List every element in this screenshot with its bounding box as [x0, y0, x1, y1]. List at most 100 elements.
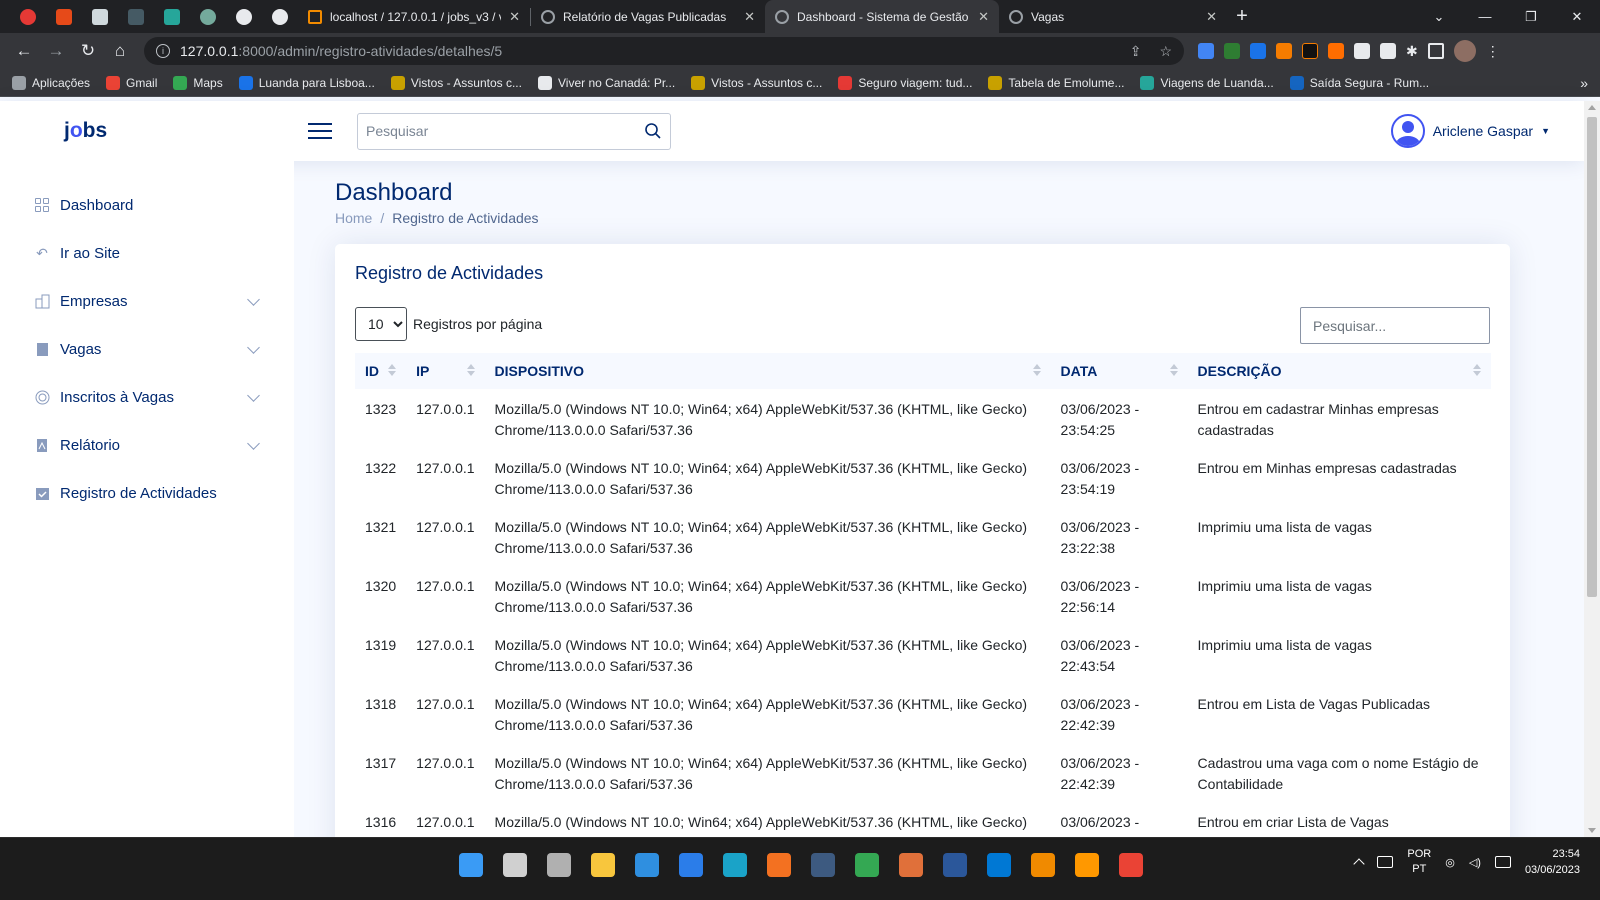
- bookmark-star-icon[interactable]: ☆: [1159, 43, 1172, 60]
- pinned-tab-cisco[interactable]: [118, 0, 154, 33]
- breadcrumb-home-link[interactable]: Home: [335, 210, 372, 226]
- chevron-up-icon[interactable]: [1353, 858, 1366, 870]
- soundcloud-icon[interactable]: [1328, 43, 1344, 59]
- info-icon[interactable]: i: [156, 44, 170, 58]
- home-icon[interactable]: ⌂: [104, 35, 136, 67]
- screenshot-icon[interactable]: [1224, 43, 1240, 59]
- new-tab-button[interactable]: +: [1227, 5, 1257, 28]
- bookmark-item[interactable]: Aplicações: [12, 75, 90, 90]
- bookmark-item[interactable]: Gmail: [106, 75, 157, 90]
- bookmarks-more-icon[interactable]: »: [1580, 75, 1588, 91]
- pinned-tab-github-1[interactable]: [226, 0, 262, 33]
- app-icon[interactable]: [806, 848, 840, 882]
- pinned-tab-mail[interactable]: [46, 0, 82, 33]
- profile-avatar[interactable]: [1453, 40, 1476, 62]
- column-header-ip[interactable]: IP: [406, 353, 485, 389]
- page-scrollbar[interactable]: [1584, 101, 1600, 837]
- close-icon[interactable]: ✕: [744, 9, 755, 25]
- pinned-tab-chatgpt[interactable]: [190, 0, 226, 33]
- minimize-icon[interactable]: —: [1462, 9, 1508, 25]
- extension-icon[interactable]: [1380, 43, 1396, 59]
- side-panel-icon[interactable]: [1427, 43, 1444, 59]
- search-icon[interactable]: [498, 848, 532, 882]
- bookmark-item[interactable]: Saída Segura - Rum...: [1289, 75, 1429, 90]
- word-icon[interactable]: [938, 848, 972, 882]
- search-icon[interactable]: [644, 122, 662, 140]
- clock[interactable]: 23:54 03/06/2023: [1525, 846, 1580, 878]
- store-icon[interactable]: [630, 848, 664, 882]
- table-search-input[interactable]: [1300, 307, 1490, 344]
- media-icon[interactable]: [894, 848, 928, 882]
- restore-icon[interactable]: ❐: [1508, 9, 1554, 25]
- sublime-icon[interactable]: [1070, 848, 1104, 882]
- translate-icon[interactable]: [1198, 43, 1214, 59]
- sidebar-toggle-icon[interactable]: [308, 123, 332, 139]
- close-icon[interactable]: ✕: [1206, 9, 1217, 25]
- pinned-tab-github-2[interactable]: [262, 0, 298, 33]
- keyboard-icon[interactable]: [1377, 856, 1394, 868]
- edge-icon[interactable]: [718, 848, 752, 882]
- close-icon[interactable]: ✕: [509, 9, 520, 25]
- bookmark-item[interactable]: Vistos - Assuntos c...: [691, 75, 822, 90]
- app-logo[interactable]: jobs: [64, 119, 124, 143]
- browser-tab-relatorio[interactable]: Relatório de Vagas Publicadas ✕: [531, 0, 765, 33]
- table-row: 1316 127.0.0.1 Mozilla/5.0 (Windows NT 10.…: [355, 802, 1491, 837]
- bookmark-item[interactable]: Viagens de Luanda...: [1140, 75, 1274, 90]
- sidebar-item-dashboard[interactable]: Dashboard: [0, 181, 294, 229]
- bookmark-item[interactable]: Maps: [173, 75, 223, 90]
- task-view-icon[interactable]: [542, 848, 576, 882]
- extension-icon[interactable]: [1302, 43, 1318, 59]
- new-extension-icon[interactable]: [1250, 43, 1266, 59]
- battery-icon[interactable]: [1494, 856, 1511, 868]
- volume-icon[interactable]: ◁): [1469, 856, 1481, 869]
- puzzle-icon[interactable]: ✱: [1406, 43, 1418, 60]
- per-page-select[interactable]: 10: [355, 307, 407, 341]
- sidebar-item-relatorio[interactable]: Relátorio: [0, 421, 294, 469]
- column-header-dispositivo[interactable]: DISPOSITIVO: [484, 353, 1051, 389]
- bookmark-item[interactable]: Vistos - Assuntos c...: [390, 75, 522, 90]
- menu-icon[interactable]: ⋮: [1486, 43, 1500, 60]
- chrome-profile-icon[interactable]: [1114, 848, 1148, 882]
- mail-icon[interactable]: [674, 848, 708, 882]
- browser-tab-vagas[interactable]: Vagas ✕: [999, 0, 1227, 33]
- forward-icon[interactable]: →: [40, 35, 72, 67]
- bookmark-item[interactable]: Viver no Canadá: Pr...: [537, 75, 675, 90]
- language-indicator[interactable]: POR PT: [1407, 847, 1431, 877]
- bookmark-item[interactable]: Luanda para Lisboa...: [238, 75, 375, 90]
- download-icon[interactable]: [1276, 43, 1292, 59]
- target-icon: [34, 389, 50, 405]
- cell-date: 03/06/2023 - 22:43:54: [1060, 637, 1140, 674]
- pinned-tab-app[interactable]: [82, 0, 118, 33]
- search-input[interactable]: [366, 123, 644, 139]
- user-menu[interactable]: Ariclene Gaspar ▼: [1390, 114, 1550, 148]
- vlc-icon[interactable]: [1026, 848, 1060, 882]
- pinned-tab-opera[interactable]: [10, 0, 46, 33]
- bookmark-item[interactable]: Tabela de Emolume...: [988, 75, 1124, 90]
- tab-search-icon[interactable]: ⌄: [1416, 9, 1462, 25]
- sidebar-item-empresas[interactable]: Empresas: [0, 277, 294, 325]
- chrome-icon[interactable]: [850, 848, 884, 882]
- sidebar-item-registro-actividades[interactable]: Registro de Actividades: [0, 469, 294, 517]
- sidebar-item-vagas[interactable]: Vagas: [0, 325, 294, 373]
- browser-tab-dashboard[interactable]: Dashboard - Sistema de Gestão c ✕: [765, 0, 999, 33]
- network-icon[interactable]: ◎: [1445, 856, 1455, 869]
- sidebar-item-ir-ao-site[interactable]: ↶ Ir ao Site: [0, 229, 294, 277]
- pinned-tab-m[interactable]: [154, 0, 190, 33]
- file-explorer-icon[interactable]: [586, 848, 620, 882]
- start-icon[interactable]: [454, 848, 488, 882]
- reload-icon[interactable]: ↻: [72, 35, 104, 67]
- close-window-icon[interactable]: ✕: [1554, 9, 1600, 25]
- bookmark-item[interactable]: Seguro viagem: tud...: [838, 75, 972, 90]
- share-icon[interactable]: ⇪: [1130, 43, 1142, 60]
- column-header-data[interactable]: DATA: [1050, 353, 1188, 389]
- vscode-icon[interactable]: [982, 848, 1016, 882]
- column-header-id[interactable]: ID: [355, 353, 407, 389]
- xampp-icon[interactable]: [762, 848, 796, 882]
- back-icon[interactable]: ←: [8, 35, 40, 67]
- browser-tab-phpmyadmin[interactable]: localhost / 127.0.0.1 / jobs_v3 / v ✕: [298, 0, 530, 33]
- address-bar[interactable]: i 127.0.0.1:8000/admin/registro-atividad…: [144, 37, 1184, 65]
- column-header-descricao[interactable]: DESCRIÇÃO: [1187, 353, 1491, 389]
- extension-icon[interactable]: [1354, 43, 1370, 59]
- sidebar-item-inscritos[interactable]: Inscritos à Vagas: [0, 373, 294, 421]
- close-icon[interactable]: ✕: [978, 9, 989, 25]
